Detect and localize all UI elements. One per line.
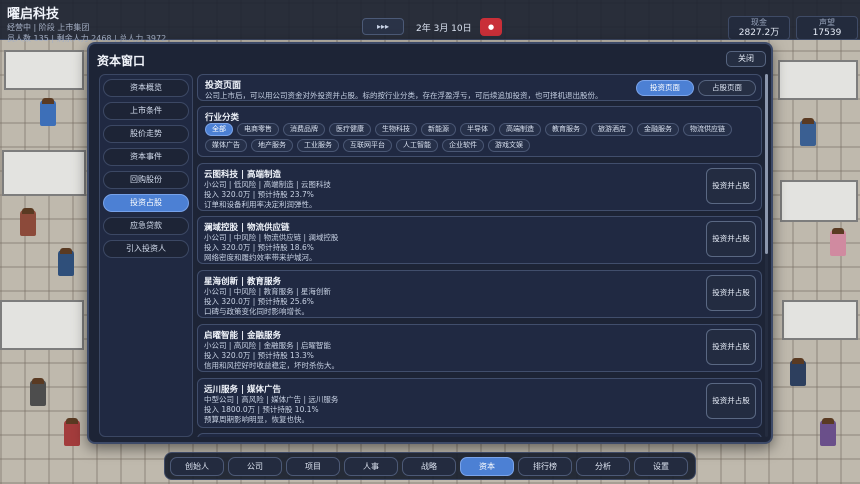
- bottom-navigation: 创始人 公司 项目 人事 战略 资本 排行榜 分析 设置: [164, 452, 696, 480]
- reputation-label: 声望: [819, 18, 835, 27]
- company-card: 云图科技 | 高端制造 小公司 | 低风险 | 高端制造 | 云图科技 投入 3…: [197, 163, 762, 211]
- company-card: 星海创新 | 教育服务 小公司 | 中风险 | 教育服务 | 星海创新 投入 3…: [197, 270, 762, 318]
- reputation-stat: 声望 17539: [796, 16, 858, 40]
- industry-filter-title: 行业分类: [205, 113, 240, 123]
- industry-chip[interactable]: 物流供应链: [683, 123, 732, 136]
- content-scrollbar[interactable]: [765, 74, 768, 437]
- game-date: 2年 3月 10日: [416, 24, 472, 34]
- nav-company[interactable]: 公司: [228, 457, 282, 476]
- close-button[interactable]: 关闭: [726, 51, 766, 67]
- sidebar-item-buyback[interactable]: 回购股份: [103, 171, 189, 189]
- game-speed-button[interactable]: ▸▸▸: [362, 18, 404, 35]
- sidebar-item-overview[interactable]: 资本概览: [103, 79, 189, 97]
- company-card-note: 预算周期影响明显，恢复也快。: [204, 415, 309, 424]
- top-status-bar: 曜启科技 经营中 | 阶段 上市集团 员人数 135 | 剩余人力 2468 |…: [0, 0, 860, 43]
- sidebar-item-emergency-loan[interactable]: 应急贷款: [103, 217, 189, 235]
- industry-chip[interactable]: 游戏文娱: [488, 139, 530, 152]
- industry-chip[interactable]: 生物科技: [375, 123, 417, 136]
- industry-chip[interactable]: 旅游酒店: [591, 123, 633, 136]
- sidebar-item-capital-events[interactable]: 资本事件: [103, 148, 189, 166]
- sidebar-item-investment[interactable]: 投资占股: [103, 194, 189, 212]
- company-card: 澜域控股 | 物流供应链 小公司 | 中风险 | 物流供应链 | 澜域控股 投入…: [197, 216, 762, 264]
- cash-stat: 现金 2827.2万: [728, 16, 790, 40]
- cash-value: 2827.2万: [738, 28, 780, 38]
- industry-chip[interactable]: 教育服务: [545, 123, 587, 136]
- industry-chip[interactable]: 电商零售: [237, 123, 279, 136]
- record-icon[interactable]: ●: [480, 18, 502, 36]
- industry-chip[interactable]: 医疗健康: [329, 123, 371, 136]
- office-worker: [790, 358, 806, 386]
- industry-chip[interactable]: 互联网平台: [343, 139, 392, 152]
- cash-label: 现金: [751, 18, 767, 27]
- company-card: 远川服务 | 媒体广告 中型公司 | 高风险 | 媒体广告 | 远川服务 投入 …: [197, 378, 762, 428]
- nav-analytics[interactable]: 分析: [576, 457, 630, 476]
- industry-chip[interactable]: 企业软件: [442, 139, 484, 152]
- invest-and-hold-button[interactable]: 投资并占股: [706, 329, 756, 365]
- nav-settings[interactable]: 设置: [634, 457, 688, 476]
- invest-and-hold-button[interactable]: 投资并占股: [706, 275, 756, 311]
- office-worker: [800, 118, 816, 146]
- invest-and-hold-button[interactable]: 投资并占股: [706, 383, 756, 419]
- company-card: 启曜智能 | 金融服务 小公司 | 高风险 | 金融服务 | 启曜智能 投入 3…: [197, 324, 762, 372]
- sidebar-item-stock-trend[interactable]: 股价走势: [103, 125, 189, 143]
- investment-header-card: 投资页面 公司上市后，可以用公司资金对外投资并占股。标的按行业分类，存在浮盈浮亏…: [197, 74, 762, 101]
- section-description: 公司上市后，可以用公司资金对外投资并占股。标的按行业分类，存在浮盈浮亏，可后续追…: [205, 91, 603, 100]
- company-info: 曜启科技 经营中 | 阶段 上市集团 员人数 135 | 剩余人力 2468 |…: [7, 3, 166, 44]
- scrollbar-thumb[interactable]: [765, 74, 768, 254]
- company-status: 经营中 | 阶段 上市集团: [7, 23, 90, 32]
- office-desk: [782, 300, 858, 340]
- office-worker: [20, 208, 36, 236]
- company-card-note: 信用和风控好时收益稳定，坏时杀伤大。: [204, 361, 339, 370]
- company-card-note: 网络密度和履约效率带来护城河。: [204, 253, 317, 262]
- office-worker: [830, 228, 846, 256]
- office-desk: [780, 180, 858, 222]
- industry-chip[interactable]: 新能源: [421, 123, 456, 136]
- industry-chip[interactable]: 金融服务: [637, 123, 679, 136]
- industry-chips: 全部 电商零售 消费品牌 医疗健康 生物科技 新能源 半导体 高端制造 教育服务…: [205, 123, 753, 152]
- nav-leaderboard[interactable]: 排行榜: [518, 457, 572, 476]
- company-card-note: 订单和设备利用率决定利润弹性。: [204, 200, 317, 209]
- industry-chip[interactable]: 高端制造: [499, 123, 541, 136]
- sidebar-item-listing-conditions[interactable]: 上市条件: [103, 102, 189, 120]
- sidebar-item-investors[interactable]: 引入投资人: [103, 240, 189, 258]
- office-worker: [820, 418, 836, 446]
- company-card-partial: [197, 433, 762, 437]
- holdings-page-button[interactable]: 占股页面: [698, 80, 756, 96]
- nav-strategy[interactable]: 战略: [402, 457, 456, 476]
- window-title: 资本窗口: [97, 54, 146, 68]
- industry-chip[interactable]: 媒体广告: [205, 139, 247, 152]
- invest-and-hold-button[interactable]: 投资并占股: [706, 221, 756, 257]
- office-worker: [64, 418, 80, 446]
- company-card-note: 口碑与政策变化同时影响增长。: [204, 307, 309, 316]
- nav-personnel[interactable]: 人事: [344, 457, 398, 476]
- nav-capital[interactable]: 资本: [460, 457, 514, 476]
- capital-sidebar: 资本概览 上市条件 股价走势 资本事件 回购股份 投资占股 应急贷款 引入投资人: [99, 74, 193, 437]
- industry-filter-card: 行业分类 全部 电商零售 消费品牌 医疗健康 生物科技 新能源 半导体 高端制造…: [197, 106, 762, 157]
- office-desk: [0, 300, 84, 350]
- reputation-value: 17539: [812, 28, 842, 38]
- industry-chip[interactable]: 工业服务: [297, 139, 339, 152]
- industry-chip[interactable]: 人工智能: [396, 139, 438, 152]
- industry-chip-all[interactable]: 全部: [205, 123, 233, 136]
- investment-content: 投资页面 公司上市后，可以用公司资金对外投资并占股。标的按行业分类，存在浮盈浮亏…: [197, 74, 762, 437]
- company-name: 曜启科技: [7, 7, 60, 22]
- capital-window: 资本窗口 关闭 资本概览 上市条件 股价走势 资本事件 回购股份 投资占股 应急…: [87, 42, 773, 444]
- office-worker: [30, 378, 46, 406]
- office-desk: [2, 150, 86, 196]
- industry-chip[interactable]: 地产服务: [251, 139, 293, 152]
- nav-projects[interactable]: 项目: [286, 457, 340, 476]
- office-worker: [40, 98, 56, 126]
- invest-and-hold-button[interactable]: 投资并占股: [706, 168, 756, 204]
- invest-page-button[interactable]: 投资页面: [636, 80, 694, 96]
- industry-chip[interactable]: 消费品牌: [283, 123, 325, 136]
- office-worker: [58, 248, 74, 276]
- office-desk: [778, 60, 858, 100]
- office-desk: [4, 50, 84, 90]
- nav-founder[interactable]: 创始人: [170, 457, 224, 476]
- industry-chip[interactable]: 半导体: [460, 123, 495, 136]
